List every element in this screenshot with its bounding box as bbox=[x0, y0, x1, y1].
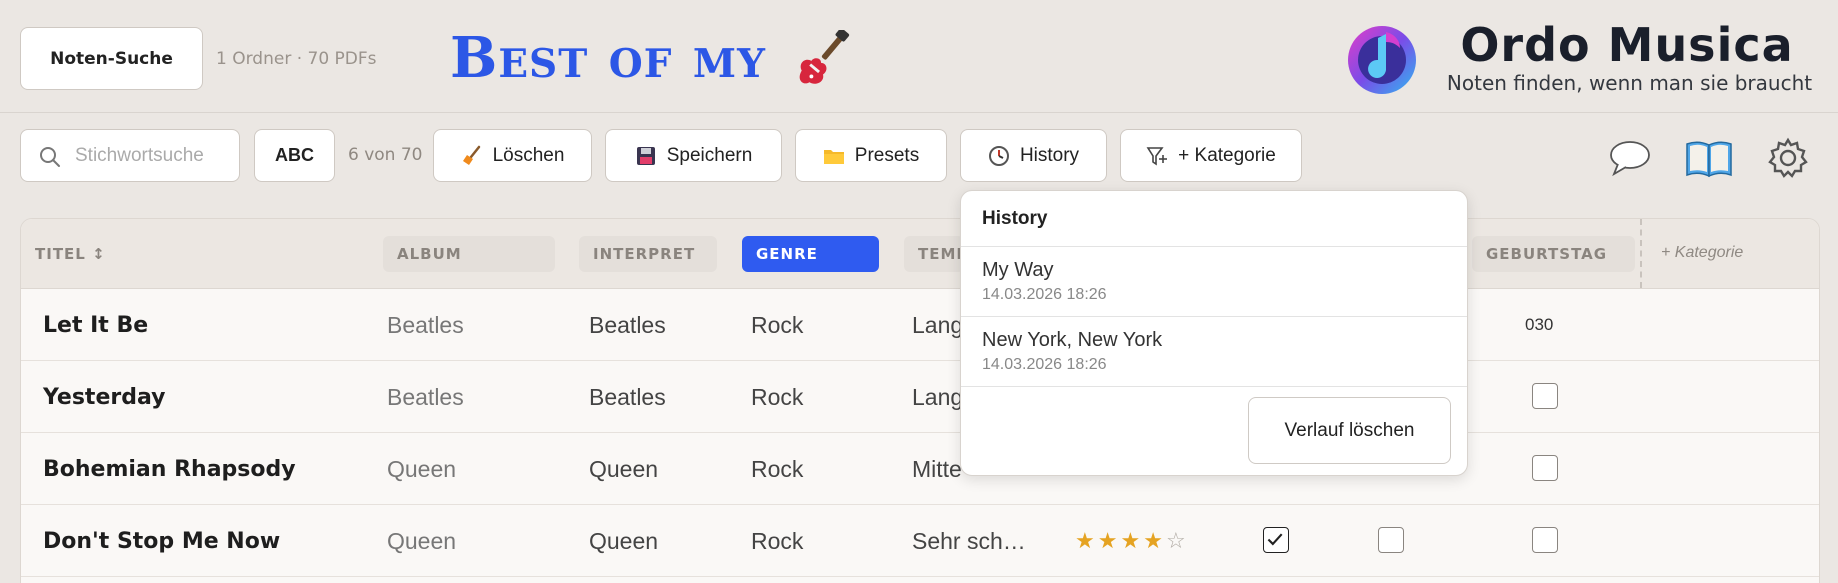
birthday-checkbox[interactable] bbox=[1532, 527, 1558, 553]
table-row[interactable]: Yesterday Beatles Beatles Rock Lang bbox=[21, 361, 1819, 433]
clear-history-button[interactable]: Verlauf löschen bbox=[1248, 397, 1451, 464]
broom-icon bbox=[462, 145, 480, 165]
column-tempo[interactable]: TEMPO bbox=[904, 236, 981, 272]
column-divider bbox=[1640, 219, 1642, 288]
row-album: Beatles bbox=[387, 383, 464, 410]
row-artist: Beatles bbox=[589, 311, 666, 338]
history-dropdown: History My Way 14.03.2026 18:26 New York… bbox=[960, 190, 1468, 476]
option-checkbox[interactable] bbox=[1378, 527, 1404, 553]
keyword-search-input[interactable] bbox=[75, 143, 225, 169]
row-album: Beatles bbox=[387, 311, 464, 338]
table-row[interactable]: Let It Be Beatles Beatles Rock Lang 030 bbox=[21, 289, 1819, 361]
row-artist: Queen bbox=[589, 527, 659, 554]
star-icon[interactable]: ★ bbox=[1120, 529, 1143, 554]
star-icon[interactable]: ★ bbox=[1098, 529, 1121, 554]
delete-label: Löschen bbox=[492, 144, 565, 166]
history-button[interactable]: History bbox=[960, 129, 1107, 182]
star-empty-icon[interactable]: ☆ bbox=[1166, 529, 1189, 554]
history-item[interactable]: My Way 14.03.2026 18:26 bbox=[961, 247, 1467, 317]
history-item-name: My Way bbox=[982, 259, 1054, 281]
result-count: 6 von 70 bbox=[348, 145, 423, 165]
history-item-name: New York, New York bbox=[982, 329, 1163, 351]
add-category-button[interactable]: + Kategorie bbox=[1120, 129, 1302, 182]
row-title: Let It Be bbox=[43, 312, 149, 338]
history-item-date: 14.03.2026 18:26 bbox=[982, 286, 1107, 303]
row-artist: Queen bbox=[589, 455, 659, 482]
speech-bubble-icon[interactable] bbox=[1608, 136, 1652, 180]
rating-stars[interactable]: ★ ★ ★ ★ ☆ bbox=[1075, 505, 1189, 577]
row-album: Queen bbox=[387, 527, 457, 554]
presets-button[interactable]: Presets bbox=[795, 129, 947, 182]
birthday-checkbox[interactable] bbox=[1532, 455, 1558, 481]
column-album[interactable]: ALBUM bbox=[383, 236, 555, 272]
row-artist: Beatles bbox=[589, 383, 666, 410]
row-tempo: Lang bbox=[912, 383, 964, 410]
banner-title: Best of my bbox=[450, 25, 766, 91]
abc-sort-button[interactable]: ABC bbox=[254, 129, 335, 182]
column-birthday[interactable]: GEBURTSTAG bbox=[1472, 236, 1635, 272]
search-icon bbox=[40, 147, 60, 167]
history-item[interactable]: New York, New York 14.03.2026 18:26 bbox=[961, 317, 1467, 387]
delete-button[interactable]: Löschen bbox=[433, 129, 592, 182]
presets-label: Presets bbox=[854, 144, 920, 166]
add-category-label: + Kategorie bbox=[1178, 144, 1276, 166]
star-icon[interactable]: ★ bbox=[1075, 529, 1098, 554]
row-tempo: Mitte bbox=[912, 455, 962, 482]
brand-tagline: Noten finden, wenn man sie braucht bbox=[1446, 71, 1813, 95]
history-dropdown-title: History bbox=[961, 191, 1467, 247]
clock-icon bbox=[988, 145, 1009, 166]
row-title: Yesterday bbox=[43, 384, 166, 410]
checkmark-icon bbox=[1267, 533, 1283, 546]
row-genre: Rock bbox=[751, 383, 804, 410]
filter-plus-icon bbox=[1146, 146, 1168, 165]
row-title: Don't Stop Me Now bbox=[43, 528, 281, 554]
add-category-column[interactable]: + Kategorie bbox=[1661, 244, 1743, 262]
star-icon[interactable]: ★ bbox=[1143, 529, 1166, 554]
brand-name: Ordo Musica bbox=[1460, 18, 1794, 72]
open-book-icon[interactable] bbox=[1684, 136, 1734, 180]
save-label: Speichern bbox=[666, 144, 753, 166]
header: Noten-Suche 1 Ordner · 70 PDFs Best of m… bbox=[0, 0, 1838, 113]
row-birthday: 030 bbox=[1525, 315, 1554, 334]
row-title: Bohemian Rhapsody bbox=[43, 456, 296, 482]
notes-search-button[interactable]: Noten-Suche bbox=[20, 27, 203, 90]
row-genre: Rock bbox=[751, 455, 804, 482]
keyword-search-field[interactable] bbox=[20, 129, 240, 182]
row-tempo: Sehr sch… bbox=[912, 527, 1026, 554]
app-logo-icon bbox=[1348, 26, 1416, 94]
history-label: History bbox=[1019, 144, 1080, 166]
table-row[interactable]: Bohemian Rhapsody Queen Queen Rock Mitte bbox=[21, 433, 1819, 505]
settings-gear-icon[interactable] bbox=[1766, 136, 1810, 180]
row-genre: Rock bbox=[751, 527, 804, 554]
floppy-disk-icon bbox=[636, 146, 655, 165]
folder-icon bbox=[823, 149, 844, 164]
table-row[interactable]: Don't Stop Me Now Queen Queen Rock Sehr … bbox=[21, 505, 1819, 577]
checked-checkbox[interactable] bbox=[1263, 527, 1289, 553]
electric-guitar-icon bbox=[799, 30, 850, 84]
column-interpret[interactable]: INTERPRET bbox=[579, 236, 717, 272]
column-title[interactable]: TITEL ↕ bbox=[21, 236, 106, 272]
table-header: TITEL ↕ ALBUM INTERPRET GENRE TEMPO GEBU… bbox=[21, 219, 1819, 289]
save-button[interactable]: Speichern bbox=[605, 129, 782, 182]
folder-info: 1 Ordner · 70 PDFs bbox=[216, 49, 377, 69]
row-tempo: Lang bbox=[912, 311, 964, 338]
row-album: Queen bbox=[387, 455, 457, 482]
history-item-date: 14.03.2026 18:26 bbox=[982, 356, 1107, 373]
column-genre[interactable]: GENRE bbox=[742, 236, 879, 272]
birthday-checkbox[interactable] bbox=[1532, 383, 1558, 409]
row-genre: Rock bbox=[751, 311, 804, 338]
songs-table: TITEL ↕ ALBUM INTERPRET GENRE TEMPO GEBU… bbox=[20, 218, 1820, 583]
